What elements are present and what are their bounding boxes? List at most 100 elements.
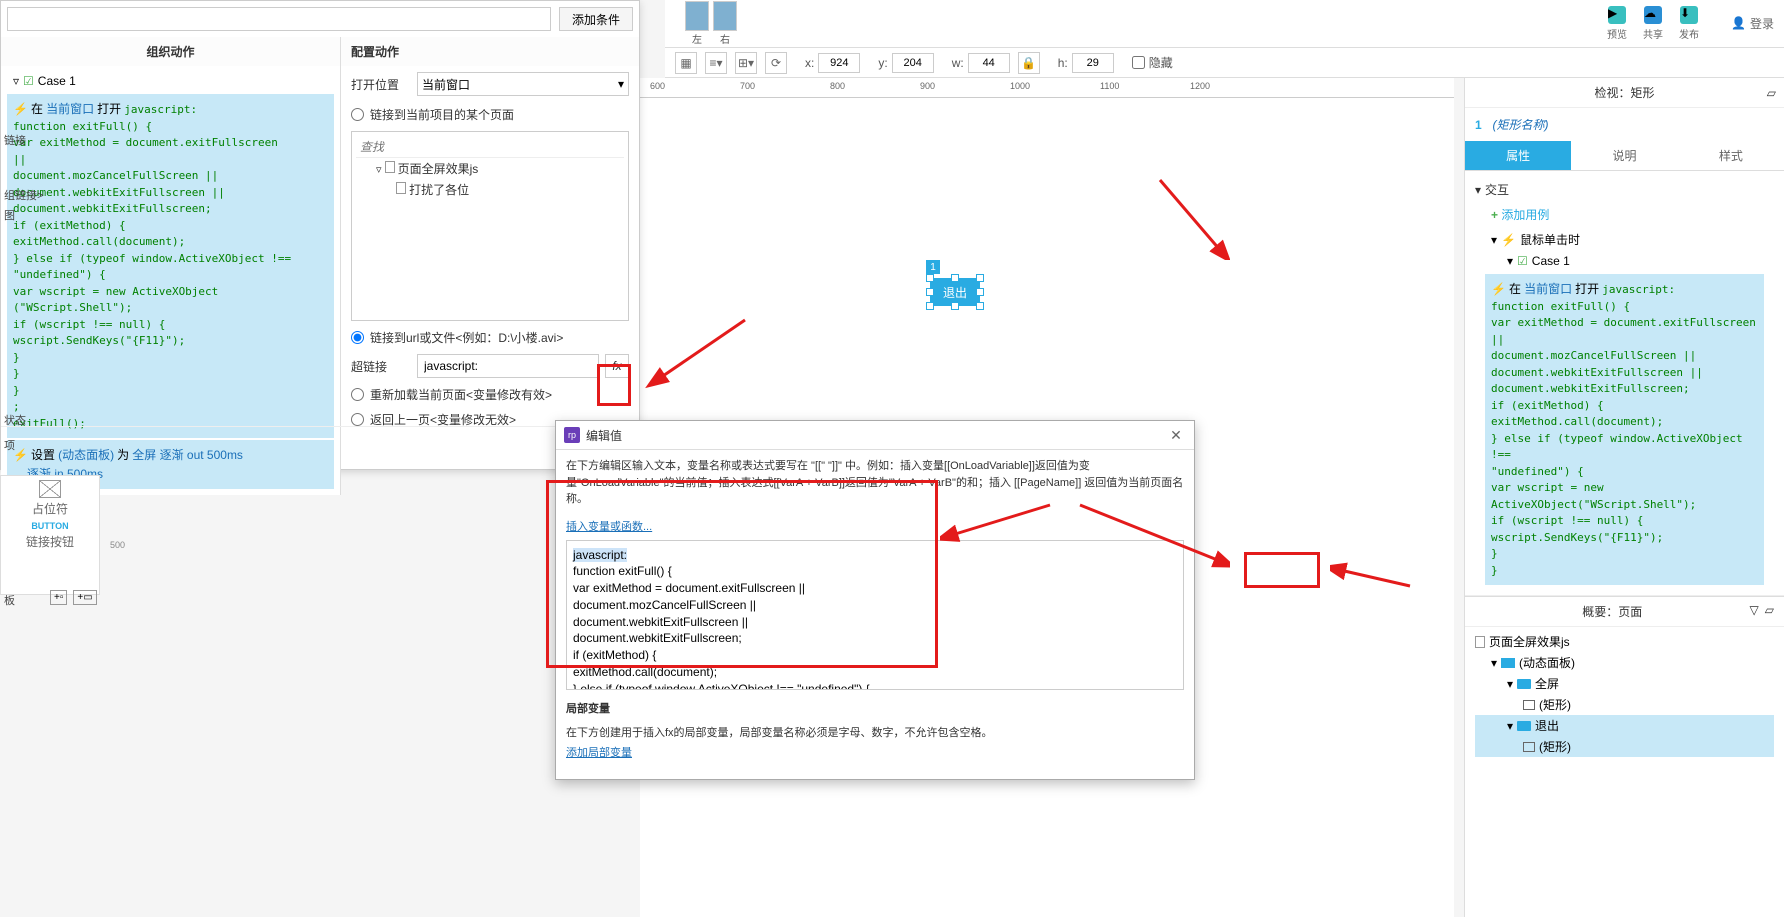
top-toolbar: 左 右 ▶ 预览 ☁ 共享 ⬇ 发布 👤 登录: [665, 0, 1784, 48]
shape-name-input[interactable]: (矩形名称): [1493, 118, 1549, 132]
list-options-button[interactable]: ≡▾: [705, 52, 727, 74]
outline-fullscreen-node[interactable]: ▾ 全屏: [1475, 673, 1774, 694]
lightning-icon: ⚡: [13, 102, 28, 116]
radio-link-url[interactable]: 链接到url或文件<例如：D:\小楼.avi>: [341, 325, 639, 350]
page-search-input[interactable]: [356, 136, 624, 158]
resize-handle-e[interactable]: [976, 288, 984, 296]
case1-node-right[interactable]: ▾☑Case 1: [1475, 252, 1774, 270]
case-node[interactable]: ▿☑ Case 1: [5, 70, 336, 92]
shape-name-row: 1 (矩形名称): [1465, 108, 1784, 141]
dialog-footer: 确定: [1, 426, 639, 469]
login-button[interactable]: 👤 登录: [1731, 15, 1774, 32]
rect-icon: [1523, 700, 1535, 710]
local-var-header: 局部变量: [556, 694, 1194, 722]
outline-rect1-node[interactable]: (矩形): [1475, 694, 1774, 715]
resize-handle-n[interactable]: [951, 274, 959, 282]
new-window-icon[interactable]: ▱: [1765, 603, 1774, 617]
hidden-checkbox[interactable]: [1132, 56, 1145, 69]
dynamic-panel-icon: [1501, 658, 1515, 668]
action-open-link[interactable]: ⚡ 在 当前窗口 打开 javascript: function exitFul…: [7, 94, 334, 438]
page-tree-box: ▿ 页面全屏效果js 打扰了各位: [351, 131, 629, 321]
resize-handle-ne[interactable]: [976, 274, 984, 282]
outline-tree: 页面全屏效果js ▾ (动态面板) ▾ 全屏 (矩形) ▾ 退出 (矩形): [1465, 627, 1784, 761]
placeholder-icon: [39, 480, 61, 498]
share-button[interactable]: ☁ 共享: [1639, 5, 1667, 41]
y-input[interactable]: [892, 53, 934, 73]
w-input[interactable]: [968, 53, 1010, 73]
resize-handle-se[interactable]: [976, 302, 984, 310]
tab-notes[interactable]: 说明: [1571, 141, 1677, 170]
user-icon: 👤: [1731, 16, 1746, 30]
outline-dp-node[interactable]: ▾ (动态面板): [1475, 652, 1774, 673]
outline-rect2-node[interactable]: (矩形): [1475, 736, 1774, 757]
edge-frag-2: 组链接>: [0, 185, 47, 205]
align-options-button[interactable]: ⊞▾: [735, 52, 757, 74]
secondary-toolbar: ▦ ≡▾ ⊞▾ ⟳ x: y: w: 🔒 h: 隐藏: [665, 48, 1784, 78]
add-local-var-link[interactable]: 添加局部变量: [556, 742, 1194, 762]
grid-options-button[interactable]: ▦: [675, 52, 697, 74]
edge-frag-3: 图: [0, 205, 19, 225]
align-button-group: 左 右: [685, 1, 737, 46]
page-icon: [1475, 636, 1485, 648]
tab-properties[interactable]: 属性: [1465, 141, 1571, 170]
y-coord: y:: [878, 53, 933, 73]
resize-handle-s[interactable]: [951, 302, 959, 310]
x-input[interactable]: [818, 53, 860, 73]
inspector-header: 检视：矩形 ▱: [1465, 78, 1784, 108]
page-tree-child[interactable]: 打扰了各位: [356, 179, 624, 200]
insert-variable-link[interactable]: 插入变量或函数...: [556, 516, 1194, 536]
expression-textarea[interactable]: javascript: function exitFull() { var ex…: [566, 540, 1184, 690]
close-icon[interactable]: ✕: [1166, 425, 1186, 445]
config-actions-header: 配置动作: [341, 37, 639, 66]
tab-style[interactable]: 样式: [1678, 141, 1784, 170]
preview-button[interactable]: ▶ 预览: [1603, 5, 1631, 41]
rotate-button[interactable]: ⟳: [765, 52, 787, 74]
add-page-icon[interactable]: +▫: [50, 590, 67, 605]
interaction-header[interactable]: ▾交互: [1475, 177, 1774, 202]
onclick-event[interactable]: ▾⚡鼠标单击时: [1475, 227, 1774, 252]
filter-icon[interactable]: ▽: [1750, 603, 1759, 617]
resize-handle-w[interactable]: [926, 288, 934, 296]
open-position-combo[interactable]: 当前窗口▾: [417, 72, 629, 96]
action-open-link-right[interactable]: ⚡ 在 当前窗口 打开 javascript: function exitFul…: [1485, 274, 1764, 585]
inspector-tabs: 属性 说明 样式: [1465, 141, 1784, 171]
folder-icon: [1517, 721, 1531, 731]
align-left-button[interactable]: 左: [685, 1, 709, 46]
local-var-hint: 在下方创建用于插入fx的局部变量，局部变量名称必须是字母、数字，不允许包含空格。: [556, 722, 1194, 742]
horizontal-ruler: 600 700 800 900 1000 1100 1200: [640, 78, 1454, 98]
edit-value-modal: rp 编辑值 ✕ 在下方编辑区输入文本，变量名称或表达式要写在 "[[" "]]…: [555, 420, 1195, 780]
placeholder-widget[interactable]: 占位符: [32, 480, 68, 517]
fx-button[interactable]: fx: [605, 354, 629, 378]
download-icon: ⬇: [1680, 6, 1698, 24]
app-icon: rp: [564, 427, 580, 443]
h-input[interactable]: [1072, 53, 1114, 73]
condition-input[interactable]: [7, 7, 551, 31]
align-right-button[interactable]: 右: [713, 1, 737, 46]
resize-handle-nw[interactable]: [926, 274, 934, 282]
add-condition-button[interactable]: 添加条件: [559, 7, 633, 31]
modal-hint: 在下方编辑区输入文本，变量名称或表达式要写在 "[[" "]]" 中。例如：插入…: [556, 450, 1194, 516]
page-tree-root[interactable]: ▿ 页面全屏效果js: [356, 158, 624, 179]
radio-reload[interactable]: 重新加载当前页面<变量修改有效>: [341, 382, 639, 407]
widget-palette: 占位符 BUTTON 链接按钮: [0, 475, 100, 595]
cloud-icon: ☁: [1644, 6, 1662, 24]
hyperlink-input[interactable]: [417, 354, 599, 378]
outline-page-node[interactable]: 页面全屏效果js: [1475, 631, 1774, 652]
edge-frag-1: 链接: [0, 130, 30, 150]
top-right-actions: ▶ 预览 ☁ 共享 ⬇ 发布 👤 登录: [1603, 5, 1774, 41]
radio-link-page[interactable]: 链接到当前项目的某个页面: [341, 102, 639, 127]
lock-aspect-button[interactable]: 🔒: [1018, 52, 1040, 74]
outline-exit-node[interactable]: ▾ 退出: [1475, 715, 1774, 736]
publish-button[interactable]: ⬇ 发布: [1675, 5, 1703, 41]
button-widget[interactable]: BUTTON 链接按钮: [26, 521, 74, 550]
folder-icon: [1517, 679, 1531, 689]
add-folder-icon[interactable]: +▭: [73, 590, 96, 605]
condition-row: 添加条件: [1, 1, 639, 37]
edge-frag-5: 状态: [0, 410, 30, 430]
add-case-link[interactable]: + 添加用例: [1475, 202, 1774, 227]
hyperlink-row: 超链接 fx: [341, 350, 639, 382]
case-editor-dialog: 添加条件 组织动作 ▿☑ Case 1 ⚡ 在 当前窗口 打开 javascri…: [0, 0, 640, 470]
new-window-icon[interactable]: ▱: [1767, 86, 1776, 100]
selection-badge: 1: [926, 260, 940, 274]
resize-handle-sw[interactable]: [926, 302, 934, 310]
